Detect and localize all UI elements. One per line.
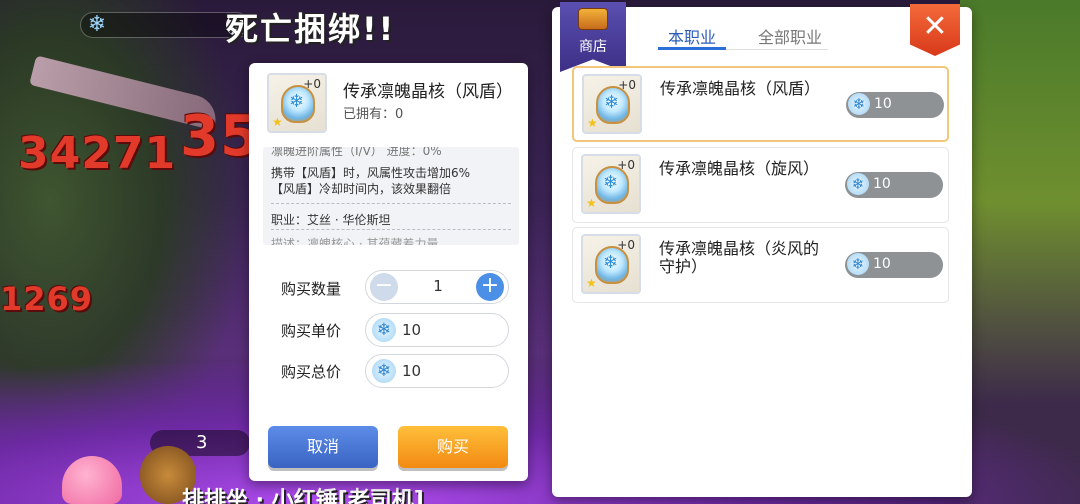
buy-button[interactable]: 购买 [398, 426, 508, 468]
item-level: +0 [617, 238, 635, 252]
shop-item-name: 传承凛魄晶核（炎风的守护） [659, 239, 820, 276]
active-tab-indicator [658, 47, 726, 50]
purchase-dialog: +0 ★ 传承凛魄晶核（风盾） 已拥有：0 凛魄进阶属性（I/V） 进度：0% … [249, 63, 528, 481]
desc-tail: 描述：凛魄核心 · 其蕴藏着力量 [271, 237, 439, 245]
desc-line: 【风盾】冷却时间内，该效果翻倍 [271, 182, 452, 196]
desc-line: 携带【风盾】时，风属性攻击增加6% [271, 166, 471, 180]
shop-item-name: 传承凛魄晶核（旋风） [659, 159, 820, 178]
star-icon: ★ [586, 276, 597, 290]
star-icon: ★ [586, 196, 597, 210]
unit-price-value: 10 [402, 321, 422, 339]
snowflake-icon: ❄ [848, 93, 870, 115]
total-price-field: ❄ 10 [365, 354, 509, 388]
damage-number: 1269 [0, 280, 94, 318]
shop-item[interactable]: +0 ★ 传承凛魄晶核（风盾） ❄ 10 [572, 66, 949, 142]
tab-current-job[interactable]: 本职业 [668, 24, 716, 48]
combat-banner: 死亡捆绑!! [226, 10, 396, 48]
shop-item-price: ❄ 10 [846, 92, 944, 118]
item-icon: +0 ★ [581, 234, 641, 294]
snowflake-icon: ❄ [372, 318, 396, 342]
treasure-chest-icon [578, 8, 608, 30]
total-price-value: 10 [402, 362, 422, 380]
shop-item[interactable]: +0 ★ 传承凛魄晶核（炎风的守护） ❄ 10 [572, 227, 949, 303]
shop-item-name: 传承凛魄晶核（风盾） [660, 79, 821, 98]
star-icon: ★ [587, 116, 598, 130]
snowflake-icon: ❄ [847, 253, 869, 275]
item-level: +0 [618, 78, 636, 92]
quantity-stepper: − 1 + [365, 270, 509, 304]
owned-count: 已拥有：0 [343, 107, 404, 122]
item-icon: +0 ★ [582, 74, 642, 134]
plus-icon[interactable]: + [476, 273, 504, 301]
unit-price-field: ❄ 10 [365, 313, 509, 347]
item-icon: +0 ★ [581, 154, 641, 214]
damage-number: 34271 [18, 128, 177, 179]
desc-job: 职业：艾丝 · 华伦斯坦 [271, 213, 391, 227]
price-value: 10 [873, 176, 891, 192]
quantity-value[interactable]: 1 [406, 277, 470, 295]
divider [271, 229, 511, 230]
divider [271, 203, 511, 204]
dialog-header: +0 ★ 传承凛魄晶核（风盾） 已拥有：0 [249, 63, 528, 143]
snowflake-icon: ❄ [87, 12, 107, 37]
snowflake-icon: ❄ [372, 359, 396, 383]
snowflake-icon: ❄ [847, 173, 869, 195]
price-value: 10 [873, 256, 891, 272]
item-description-scroll[interactable]: 凛魄进阶属性（I/V） 进度：0% 携带【风盾】时，风属性攻击增加6% 【风盾】… [263, 147, 519, 245]
star-icon: ★ [272, 115, 283, 129]
cancel-button[interactable]: 取消 [268, 426, 378, 468]
item-level: +0 [617, 158, 635, 172]
desc-progress-line: 凛魄进阶属性（I/V） 进度：0% [271, 147, 442, 158]
item-icon: +0 ★ [267, 73, 327, 133]
item-name: 传承凛魄晶核（风盾） [343, 82, 513, 102]
shop-tag-label: 商店 [579, 39, 607, 55]
shop-item-price: ❄ 10 [845, 172, 943, 198]
shop-item[interactable]: +0 ★ 传承凛魄晶核（旋风） ❄ 10 [572, 147, 949, 223]
minus-icon[interactable]: − [370, 273, 398, 301]
desc-effect: 携带【风盾】时，风属性攻击增加6% 【风盾】冷却时间内，该效果翻倍 [271, 165, 470, 197]
quantity-label: 购买数量 [281, 280, 342, 298]
shop-item-price: ❄ 10 [845, 252, 943, 278]
close-icon: ✕ [922, 9, 948, 44]
tab-all-jobs[interactable]: 全部职业 [758, 24, 822, 48]
price-value: 10 [874, 96, 892, 112]
damage-number: 35 [180, 104, 260, 169]
item-level: +0 [303, 77, 321, 91]
unit-price-label: 购买单价 [281, 322, 342, 340]
player-nickname: 排排坐 · 小红锤[老司机] [182, 488, 424, 504]
total-price-label: 购买总价 [281, 363, 342, 381]
